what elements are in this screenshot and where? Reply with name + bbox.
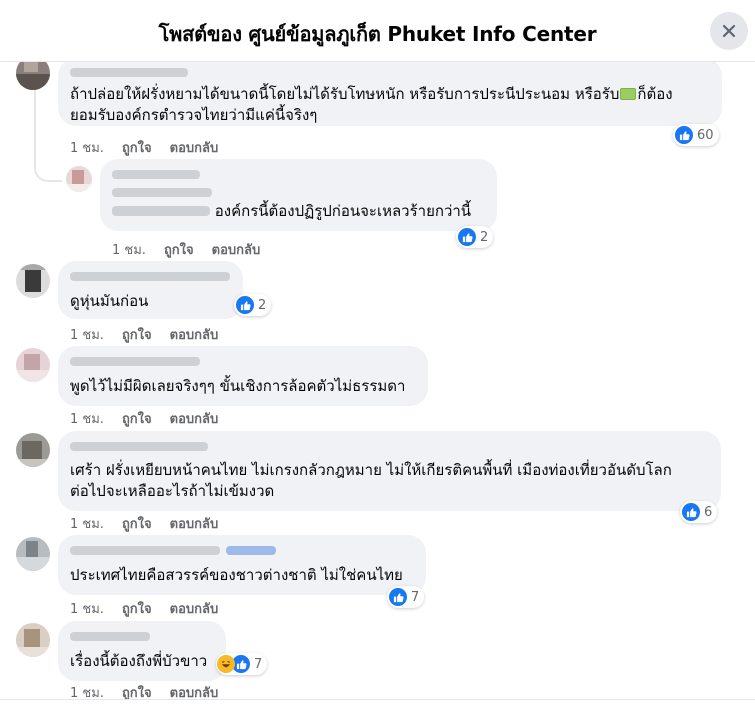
- comment-text: ถ้าปล่อยให้ฝรั่งหยามได้ขนาดนี้โดยไม่ได้ร…: [70, 85, 673, 103]
- timestamp[interactable]: 1 ชม.: [70, 602, 104, 617]
- comment-bubble: ถ้าปล่อยให้ฝรั่งหยามได้ขนาดนี้โดยไม่ได้ร…: [58, 62, 722, 126]
- avatar[interactable]: [16, 62, 50, 90]
- reply-button[interactable]: ตอบกลับ: [170, 602, 219, 617]
- like-icon: [389, 588, 407, 606]
- avatar[interactable]: [16, 623, 50, 657]
- timestamp[interactable]: 1 ชม.: [70, 328, 104, 343]
- timestamp[interactable]: 1 ชม.: [70, 412, 104, 427]
- commenter-name[interactable]: [70, 272, 230, 281]
- comment-meta: 1 ชม. ถูกใจ ตอบกลับ: [112, 239, 278, 260]
- footer-divider: [0, 699, 755, 705]
- comment-bubble: เศร้า ฝรั่งเหยียบหน้าคนไทย ไม่เกรงกลัวกฎ…: [58, 431, 721, 511]
- reaction-count[interactable]: 2: [456, 226, 494, 248]
- like-icon: [675, 126, 693, 144]
- commenter-name[interactable]: [70, 546, 220, 555]
- comments-list: ถ้าปล่อยให้ฝรั่งหยามได้ขนาดนี้โดยไม่ได้ร…: [0, 62, 755, 705]
- comment-bubble: องค์กรนี้ต้องปฏิรูปก่อนจะเหลวร้ายกว่านี้: [100, 159, 497, 231]
- comment-meta: 1 ชม. ถูกใจ ตอบกลับ: [70, 598, 236, 619]
- reaction-count[interactable]: 60: [673, 124, 719, 146]
- like-button[interactable]: ถูกใจ: [164, 243, 194, 258]
- reaction-count[interactable]: 7: [216, 653, 268, 675]
- commenter-name[interactable]: [112, 170, 200, 179]
- comment-text-line2: ต่อไปจะเหลืออะไรถ้าไม่เข้มงวด: [70, 482, 275, 500]
- like-button[interactable]: ถูกใจ: [122, 517, 152, 532]
- like-button[interactable]: ถูกใจ: [122, 328, 152, 343]
- like-button[interactable]: ถูกใจ: [122, 602, 152, 617]
- reply-button[interactable]: ตอบกลับ: [170, 328, 219, 343]
- comment-bubble: ประเทศไทยคือสวรรค์ของชาวต่างชาติ ไม่ใช่ค…: [58, 535, 426, 595]
- comment-bubble: เรื่องนี้ต้องถึงพี่บัวขาว: [58, 621, 226, 681]
- reaction-count[interactable]: 6: [680, 501, 718, 523]
- avatar[interactable]: [66, 166, 92, 192]
- comment-text: ดูหุ่นมันก่อน: [70, 292, 149, 310]
- comment-bubble: ดูหุ่นมันก่อน: [58, 261, 243, 319]
- like-icon: [236, 296, 254, 314]
- commenter-name[interactable]: [70, 68, 188, 77]
- like-icon: [458, 228, 476, 246]
- timestamp[interactable]: 1 ชม.: [70, 141, 104, 156]
- comment-text: เศร้า ฝรั่งเหยียบหน้าคนไทย ไม่เกรงกลัวกฎ…: [70, 461, 672, 479]
- haha-icon: [217, 655, 235, 673]
- comment-text-line2: ยอมรับองค์กรตำรวจไทยว่ามีแค่นี้จริงๆ: [70, 106, 318, 124]
- reply-button[interactable]: ตอบกลับ: [170, 412, 219, 427]
- reaction-count[interactable]: 2: [234, 294, 272, 316]
- like-button[interactable]: ถูกใจ: [122, 141, 152, 156]
- like-button[interactable]: ถูกใจ: [122, 412, 152, 427]
- dialog-title: โพสต์ของ ศูนย์ข้อมูลภูเก็ต Phuket Info C…: [158, 22, 597, 46]
- avatar[interactable]: [16, 433, 50, 467]
- comment-meta: 1 ชม. ถูกใจ ตอบกลับ: [70, 513, 236, 534]
- commenter-name[interactable]: [70, 442, 208, 451]
- comment-meta: 1 ชม. ถูกใจ ตอบกลับ: [70, 408, 236, 429]
- comment-meta: 1 ชม. ถูกใจ ตอบกลับ: [70, 137, 236, 158]
- avatar[interactable]: [16, 537, 50, 571]
- comment-bubble: พูดไว้ไม่มีผิดเลยจริงๆๆ ขั้นเชิงการล้อคต…: [58, 346, 428, 406]
- avatar[interactable]: [16, 264, 50, 298]
- close-icon: [722, 24, 736, 38]
- like-icon: [682, 503, 700, 521]
- comment-text: องค์กรนี้ต้องปฏิรูปก่อนจะเหลวร้ายกว่านี้: [112, 201, 485, 222]
- dialog-header: โพสต์ของ ศูนย์ข้อมูลภูเก็ต Phuket Info C…: [0, 0, 755, 62]
- thread-connector: [34, 152, 62, 182]
- comment-meta: 1 ชม. ถูกใจ ตอบกลับ: [70, 324, 236, 345]
- reply-button[interactable]: ตอบกลับ: [212, 243, 261, 258]
- reply-button[interactable]: ตอบกลับ: [170, 517, 219, 532]
- avatar[interactable]: [16, 348, 50, 382]
- commenter-name[interactable]: [70, 357, 200, 366]
- timestamp[interactable]: 1 ชม.: [70, 517, 104, 532]
- close-button[interactable]: [710, 12, 748, 50]
- money-emoji-icon: [620, 88, 637, 100]
- comment-text: เรื่องนี้ต้องถึงพี่บัวขาว: [70, 652, 208, 670]
- reaction-count[interactable]: 7: [387, 586, 425, 608]
- commenter-name[interactable]: [70, 632, 150, 641]
- timestamp[interactable]: 1 ชม.: [112, 243, 146, 258]
- reply-button[interactable]: ตอบกลับ: [170, 141, 219, 156]
- comment-text: พูดไว้ไม่มีผิดเลยจริงๆๆ ขั้นเชิงการล้อคต…: [70, 377, 406, 395]
- comment-text: ประเทศไทยคือสวรรค์ของชาวต่างชาติ ไม่ใช่ค…: [70, 566, 403, 584]
